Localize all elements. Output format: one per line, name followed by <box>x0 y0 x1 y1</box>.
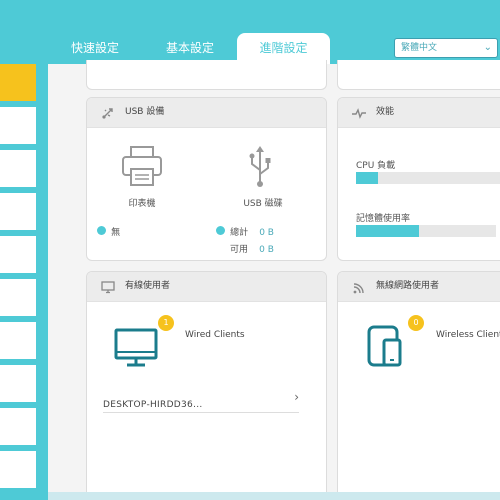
usb-card-header: USB 設備 <box>87 98 326 128</box>
tablet-phone-icon <box>367 325 402 367</box>
wireless-count-badge: 0 <box>408 315 424 331</box>
wired-clients-label: Wired Clients <box>185 330 245 340</box>
wired-count-badge: 1 <box>158 315 174 331</box>
wired-card-title: 有線使用者 <box>125 281 171 291</box>
wireless-card: 無線網路使用者 0 Wireless Clients <box>337 271 500 500</box>
sidebar-item-10[interactable] <box>0 451 36 488</box>
cpu-label: CPU 負載 <box>356 161 396 171</box>
wired-card: 有線使用者 1 Wired Clients DESKTOP-HIRDD36...… <box>86 271 327 500</box>
wired-card-header: 有線使用者 <box>87 272 326 302</box>
performance-card-title: 效能 <box>376 107 395 117</box>
cpu-bar-fill <box>356 172 379 184</box>
printer-status-text: 無 <box>111 228 121 238</box>
top-card-right <box>337 60 500 90</box>
wired-client-row[interactable]: DESKTOP-HIRDD36... › <box>103 390 299 413</box>
pulse-icon <box>352 108 366 119</box>
wireless-clients-label: Wireless Clients <box>436 330 500 340</box>
usb-icon <box>102 108 113 119</box>
usb-card: USB 設備 印表機 無 USB 磁碟 總計 0 B 可用 0 B <box>86 97 327 261</box>
usb-available-label: 可用 <box>230 245 249 255</box>
top-card-left <box>86 60 327 90</box>
memory-bar-fill <box>356 225 419 237</box>
language-value: 繁體中文 <box>401 43 438 53</box>
performance-card: 效能 CPU 負載 記憶體使用率 <box>337 97 500 261</box>
footer-strip <box>48 492 500 500</box>
sidebar <box>0 64 48 500</box>
sidebar-item-6[interactable] <box>0 279 36 316</box>
printer-icon <box>122 146 162 186</box>
sidebar-item-5[interactable] <box>0 236 36 273</box>
usb-available-row: 可用 0 B <box>230 237 274 256</box>
sidebar-item-9[interactable] <box>0 408 36 445</box>
chevron-down-icon: ⌄ <box>483 42 492 53</box>
memory-bar <box>356 225 496 237</box>
language-select[interactable]: 繁體中文 ⌄ <box>394 38 498 58</box>
printer-status: 無 <box>97 220 120 239</box>
printer-label: 印表機 <box>128 199 156 209</box>
usb-disk-icon <box>249 146 271 187</box>
sidebar-item-8[interactable] <box>0 365 36 402</box>
usb-disk-label: USB 磁碟 <box>243 199 283 209</box>
sidebar-item-3[interactable] <box>0 150 36 187</box>
cpu-bar <box>356 172 500 184</box>
status-dot <box>97 226 106 235</box>
wireless-card-header: 無線網路使用者 <box>338 272 500 302</box>
wifi-icon <box>353 283 364 294</box>
chevron-right-icon: › <box>294 390 299 404</box>
sidebar-item-2[interactable] <box>0 107 36 144</box>
performance-card-header: 效能 <box>338 98 500 128</box>
monitor-icon <box>101 281 115 294</box>
usb-card-title: USB 設備 <box>125 107 165 117</box>
status-dot <box>216 226 225 235</box>
wired-client-name: DESKTOP-HIRDD36... <box>103 400 203 410</box>
wireless-card-title: 無線網路使用者 <box>376 281 440 291</box>
usb-available-value: 0 B <box>259 245 274 255</box>
sidebar-item-7[interactable] <box>0 322 36 359</box>
sidebar-item-1[interactable] <box>0 64 36 101</box>
top-nav: 快速設定 基本設定 進階設定 繁體中文 ⌄ <box>0 0 500 64</box>
memory-label: 記憶體使用率 <box>356 214 411 224</box>
desktop-icon <box>114 328 158 367</box>
sidebar-item-4[interactable] <box>0 193 36 230</box>
